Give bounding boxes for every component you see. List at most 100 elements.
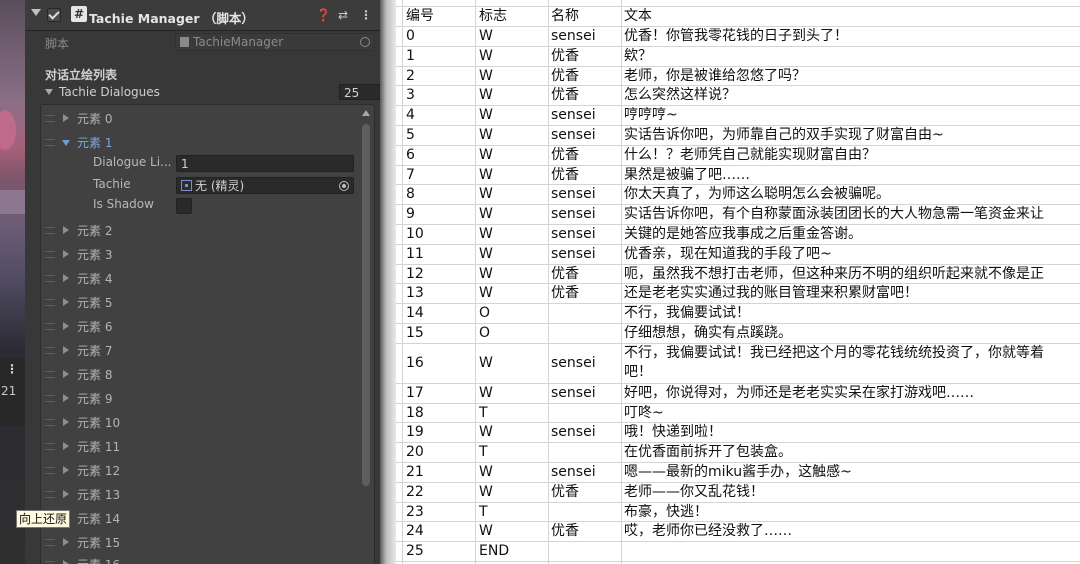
- cell-flag[interactable]: W: [479, 106, 493, 125]
- cell-id[interactable]: 5: [406, 126, 415, 145]
- cell-flag[interactable]: W: [479, 384, 493, 403]
- list-foldout-icon[interactable]: [45, 89, 53, 95]
- column-header-name[interactable]: 名称: [551, 7, 579, 26]
- cell-id[interactable]: 8: [406, 185, 415, 204]
- cell-id[interactable]: 1: [406, 47, 415, 66]
- cell-flag[interactable]: W: [479, 284, 493, 303]
- list-size-field[interactable]: 25: [339, 84, 380, 100]
- drag-handle-icon[interactable]: [45, 251, 55, 258]
- expand-arrow-icon[interactable]: [63, 538, 69, 546]
- cell-text[interactable]: 你太天真了，为师这么聪明怎么会被骗呢。: [624, 185, 890, 204]
- cell-text[interactable]: 哦！快递到啦！: [624, 423, 722, 442]
- cell-id[interactable]: 22: [406, 483, 424, 502]
- cell-flag[interactable]: T: [479, 404, 488, 423]
- expand-arrow-icon[interactable]: [63, 418, 69, 426]
- list-element-1[interactable]: 元素 1: [45, 134, 345, 152]
- cell-id[interactable]: 15: [406, 324, 424, 343]
- cell-flag[interactable]: W: [479, 354, 493, 373]
- object-picker-icon[interactable]: [360, 37, 370, 47]
- cell-flag[interactable]: W: [479, 86, 493, 105]
- list-element-16[interactable]: 元素 16: [45, 556, 345, 564]
- list-element-14[interactable]: 元素 14: [45, 510, 345, 528]
- list-header[interactable]: Tachie Dialogues 25: [45, 84, 380, 103]
- cell-id[interactable]: 4: [406, 106, 415, 125]
- cell-text[interactable]: 优香亲，现在知道我的手段了吧~: [624, 245, 832, 264]
- cell-text[interactable]: 嗯——最新的miku酱手办，这触感~: [624, 463, 852, 482]
- cell-id[interactable]: 7: [406, 166, 415, 185]
- list-element-9[interactable]: 元素 9: [45, 390, 345, 408]
- cell-text[interactable]: 怎么突然这样说？: [624, 86, 736, 105]
- drag-handle-icon[interactable]: [45, 275, 55, 282]
- cell-text[interactable]: 哎，老师你已经没救了……: [624, 522, 792, 541]
- list-element-0[interactable]: 元素 0: [45, 110, 345, 128]
- presets-icon[interactable]: ⇄: [338, 8, 348, 22]
- list-element-8[interactable]: 元素 8: [45, 366, 345, 384]
- cell-id[interactable]: 14: [406, 304, 424, 323]
- drag-handle-icon[interactable]: [45, 491, 55, 498]
- drag-handle-icon[interactable]: [45, 419, 55, 426]
- cell-id[interactable]: 17: [406, 384, 424, 403]
- cell-flag[interactable]: W: [479, 483, 493, 502]
- expand-arrow-icon[interactable]: [63, 114, 69, 122]
- component-enabled-checkbox[interactable]: [47, 8, 61, 22]
- cell-id[interactable]: 3: [406, 86, 415, 105]
- collapse-arrow-icon[interactable]: [62, 140, 70, 146]
- cell-name[interactable]: sensei: [551, 106, 596, 125]
- drag-handle-icon[interactable]: [45, 139, 55, 146]
- cell-name[interactable]: 优香: [551, 284, 579, 303]
- cell-text[interactable]: 不行，我偏要试试！: [624, 304, 750, 323]
- cell-flag[interactable]: T: [479, 503, 488, 522]
- cell-name[interactable]: sensei: [551, 463, 596, 482]
- cell-name[interactable]: 优香: [551, 522, 579, 541]
- cell-id[interactable]: 0: [406, 27, 415, 46]
- cell-text[interactable]: 什么！？老师凭自己就能实现财富自由？: [624, 146, 876, 165]
- expand-arrow-icon[interactable]: [63, 370, 69, 378]
- scroll-up-icon[interactable]: [362, 110, 370, 116]
- cell-flag[interactable]: END: [479, 542, 509, 561]
- help-icon[interactable]: ❓: [316, 8, 331, 22]
- cell-flag[interactable]: O: [479, 324, 490, 343]
- cell-id[interactable]: 20: [406, 443, 424, 462]
- cell-text[interactable]: 老师——你又乱花钱！: [624, 483, 764, 502]
- cell-id[interactable]: 18: [406, 404, 424, 423]
- list-element-7[interactable]: 元素 7: [45, 342, 345, 360]
- expand-arrow-icon[interactable]: [63, 394, 69, 402]
- component-menu-icon[interactable]: ⋮: [360, 8, 372, 22]
- cell-name[interactable]: 优香: [551, 146, 579, 165]
- list-element-11[interactable]: 元素 11: [45, 438, 345, 456]
- cell-name[interactable]: 优香: [551, 67, 579, 86]
- expand-arrow-icon[interactable]: [63, 346, 69, 354]
- list-element-2[interactable]: 元素 2: [45, 222, 345, 240]
- list-element-3[interactable]: 元素 3: [45, 246, 345, 264]
- component-header[interactable]: # Tachie Manager （脚本） ❓ ⇄ ⋮: [25, 0, 380, 31]
- cell-text[interactable]: 叮咚~: [624, 404, 664, 423]
- cell-id[interactable]: 11: [406, 245, 424, 264]
- cell-text[interactable]: 还是老老实实通过我的账目管理来积累财富吧！: [624, 284, 918, 303]
- cell-flag[interactable]: W: [479, 245, 493, 264]
- column-header-text[interactable]: 文本: [624, 7, 652, 26]
- list-element-6[interactable]: 元素 6: [45, 318, 345, 336]
- column-header-flag[interactable]: 标志: [479, 7, 507, 26]
- cell-id[interactable]: 9: [406, 205, 415, 224]
- drag-handle-icon[interactable]: [45, 347, 55, 354]
- cell-text[interactable]: 果然是被骗了吧……: [624, 166, 750, 185]
- expand-arrow-icon[interactable]: [63, 442, 69, 450]
- cell-flag[interactable]: W: [479, 146, 493, 165]
- expand-arrow-icon[interactable]: [63, 322, 69, 330]
- cell-flag[interactable]: W: [479, 522, 493, 541]
- cell-text[interactable]: 欸？: [624, 47, 652, 66]
- list-element-13[interactable]: 元素 13: [45, 486, 345, 504]
- expand-arrow-icon[interactable]: [63, 490, 69, 498]
- drag-handle-icon[interactable]: [45, 371, 55, 378]
- cell-flag[interactable]: W: [479, 463, 493, 482]
- cell-flag[interactable]: W: [479, 423, 493, 442]
- list-element-10[interactable]: 元素 10: [45, 414, 345, 432]
- more-options-icon[interactable]: ⋮: [6, 363, 18, 375]
- cell-id[interactable]: 21: [406, 463, 424, 482]
- drag-handle-icon[interactable]: [45, 467, 55, 474]
- list-element-12[interactable]: 元素 12: [45, 462, 345, 480]
- cell-id[interactable]: 12: [406, 265, 424, 284]
- cell-text[interactable]: 布豪，快逃！: [624, 503, 708, 522]
- foldout-arrow-icon[interactable]: [31, 9, 41, 16]
- cell-text[interactable]: 在优香面前拆开了包装盒。: [624, 443, 792, 462]
